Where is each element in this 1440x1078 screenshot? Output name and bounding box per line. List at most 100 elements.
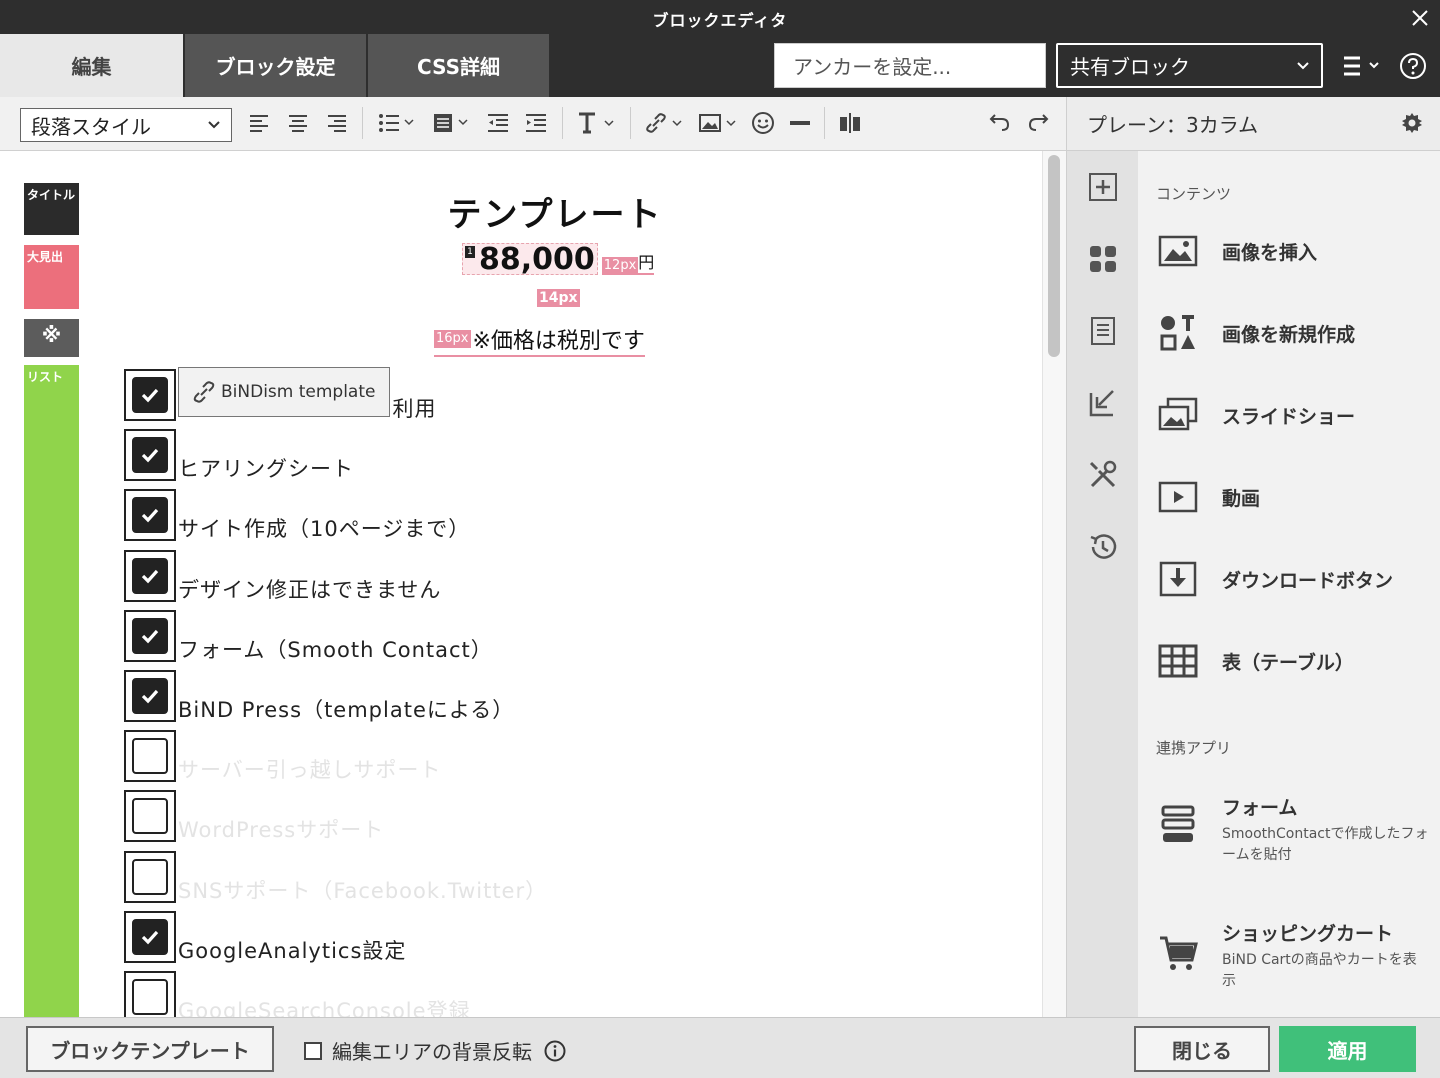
table-item[interactable]: 表（テーブル） (1156, 641, 1436, 681)
unchecked-checkbox[interactable] (124, 851, 176, 903)
redo-icon[interactable] (1026, 109, 1052, 137)
list-item-text: フォーム（Smooth Contact） (178, 638, 493, 662)
parts-icon[interactable] (1087, 243, 1119, 275)
column-split-icon[interactable] (838, 109, 862, 137)
import-icon[interactable] (1087, 387, 1119, 419)
checkmark-icon (132, 377, 168, 413)
checkmark-icon (132, 618, 168, 654)
page-title[interactable]: テンプレート (0, 187, 1066, 236)
anchor-button[interactable]: アンカーを設定... (774, 43, 1046, 88)
outdent-icon[interactable] (486, 109, 510, 137)
download-icon (1159, 561, 1197, 597)
slideshow-item[interactable]: スライドショー (1156, 395, 1436, 435)
tab-css-details[interactable]: CSS詳細 (368, 34, 549, 97)
template-link-button[interactable]: BiNDism template (178, 367, 391, 417)
menu-icon[interactable] (1340, 52, 1384, 80)
block-tag-list: リスト (24, 365, 79, 1017)
form-app-item[interactable]: フォーム SmoothContactで作成したフォームを貼付 (1156, 793, 1436, 866)
horizontal-rule-icon[interactable] (788, 109, 812, 137)
unchecked-checkbox[interactable] (124, 730, 176, 782)
list-item[interactable]: サーバー引っ越しサポート (124, 728, 441, 782)
shopping-cart-item[interactable]: ショッピングカート BiND Cartの商品やカートを表示 (1156, 919, 1436, 992)
create-image-item[interactable]: 画像を新規作成 (1156, 313, 1436, 353)
tax-note[interactable]: 16px ※価格は税別です (434, 323, 645, 357)
table-icon (1158, 644, 1198, 678)
footer-bar: ブロックテンプレート 編集エリアの背景反転 閉じる 適用 (0, 1017, 1440, 1078)
unchecked-checkbox[interactable] (124, 790, 176, 842)
insert-image-label: 画像を挿入 (1222, 241, 1318, 264)
list-item-text: 利用 (392, 397, 437, 421)
block-tag-big-heading: 大見出 (24, 245, 79, 309)
emoji-icon[interactable] (751, 109, 775, 137)
list-item[interactable]: BiNDism template 利用 (124, 367, 436, 421)
checkmark-icon (132, 678, 168, 714)
shared-block-value: 共有ブロック (1070, 55, 1190, 79)
checked-checkbox[interactable] (124, 429, 176, 481)
history-icon[interactable] (1087, 531, 1119, 563)
block-template-button[interactable]: ブロックテンプレート (26, 1026, 274, 1072)
edit-area[interactable]: タイトル 大見出 ※ リスト テンプレート 1 88,000 12px 円 14… (0, 151, 1066, 1017)
close-icon[interactable] (1408, 6, 1432, 30)
document-icon[interactable] (1087, 315, 1119, 347)
bg-invert-toggle[interactable]: 編集エリアの背景反転 (304, 1036, 566, 1065)
list-item[interactable]: BiND Press（templateによる） (124, 668, 514, 722)
paragraph-style-select[interactable]: 段落スタイル (20, 108, 232, 142)
checked-checkbox[interactable] (124, 911, 176, 963)
unchecked-checkbox[interactable] (124, 971, 176, 1017)
tools-icon[interactable] (1087, 459, 1119, 491)
list-item-text: デザイン修正はできません (178, 578, 442, 602)
list-item[interactable]: GoogleAnalytics設定 (124, 909, 406, 963)
list-item[interactable]: SNSサポート（Facebook.Twitter） (124, 849, 547, 903)
link-icon[interactable] (644, 109, 686, 137)
block-format-icon[interactable] (432, 109, 472, 137)
gear-icon[interactable] (1400, 111, 1424, 135)
editor-scrollbar[interactable] (1042, 151, 1066, 1017)
list-item[interactable]: フォーム（Smooth Contact） (124, 608, 493, 662)
video-label: 動画 (1222, 487, 1261, 510)
indent-icon[interactable] (524, 109, 548, 137)
list-item[interactable]: ヒアリングシート (124, 427, 354, 481)
bullet-list-icon[interactable] (378, 109, 418, 137)
checked-checkbox[interactable] (124, 369, 176, 421)
align-right-icon[interactable] (326, 109, 348, 137)
list-item-text: GoogleAnalytics設定 (178, 939, 407, 963)
undo-icon[interactable] (986, 109, 1012, 137)
info-icon[interactable] (544, 1040, 566, 1062)
tab-block-settings[interactable]: ブロック設定 (185, 34, 366, 97)
checked-checkbox[interactable] (124, 610, 176, 662)
align-left-icon[interactable] (248, 109, 270, 137)
shared-block-select[interactable]: 共有ブロック (1056, 43, 1323, 88)
list-item[interactable]: WordPressサポート (124, 788, 384, 842)
image-icon[interactable] (698, 109, 740, 137)
help-icon[interactable] (1398, 51, 1428, 81)
align-center-icon[interactable] (287, 109, 309, 137)
apply-button[interactable]: 適用 (1279, 1026, 1416, 1072)
price-unit: 円 (638, 249, 655, 275)
tab-edit[interactable]: 編集 (0, 34, 183, 97)
shapes-icon (1160, 315, 1195, 351)
price-line[interactable]: 1 88,000 12px 円 (462, 242, 655, 277)
text-style-icon[interactable] (576, 109, 618, 137)
download-button-item[interactable]: ダウンロードボタン (1156, 559, 1436, 599)
checked-checkbox[interactable] (124, 489, 176, 541)
price-box[interactable]: 1 88,000 (462, 242, 598, 277)
list-item[interactable]: デザイン修正はできません (124, 548, 441, 602)
video-item[interactable]: 動画 (1156, 477, 1436, 517)
checked-checkbox[interactable] (124, 550, 176, 602)
list-item-text: SNSサポート（Facebook.Twitter） (178, 879, 548, 903)
scrollbar-thumb[interactable] (1048, 155, 1060, 357)
add-block-icon[interactable] (1087, 171, 1119, 203)
close-button[interactable]: 閉じる (1134, 1026, 1270, 1072)
insert-image-item[interactable]: 画像を挿入 (1156, 231, 1436, 271)
empty-box-icon (132, 738, 168, 774)
list-item-text: WordPressサポート (178, 818, 385, 842)
list-item[interactable]: GoogleSearchConsole登録 (124, 969, 471, 1017)
right-panel-icon-bar (1066, 151, 1138, 1017)
toolbar-divider (562, 107, 563, 139)
bg-invert-checkbox[interactable] (304, 1041, 322, 1060)
size-badge-16: 16px (434, 330, 471, 348)
toolbar-divider (630, 107, 631, 139)
checked-checkbox[interactable] (124, 670, 176, 722)
list-item[interactable]: サイト作成（10ページまで） (124, 487, 470, 541)
shopping-cart-desc: BiND Cartの商品やカートを表示 (1222, 952, 1417, 989)
